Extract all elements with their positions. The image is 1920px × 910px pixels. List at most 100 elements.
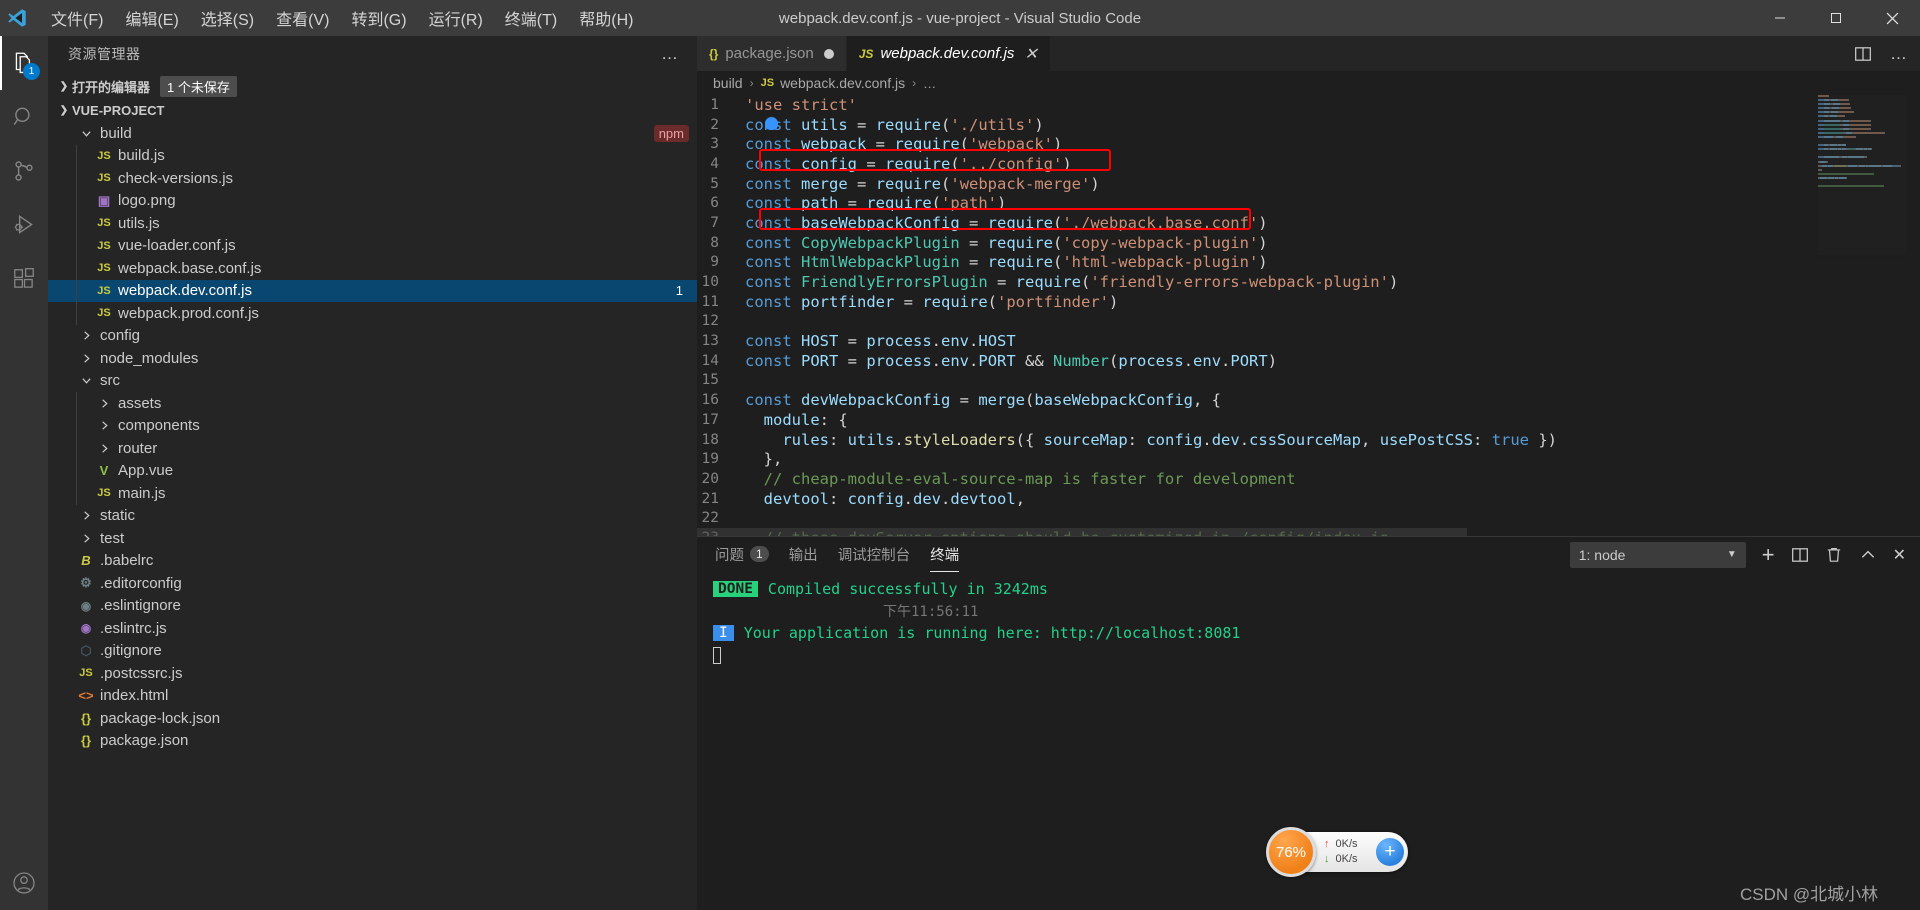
code-line: 1 'use strict' xyxy=(697,95,1920,115)
tree-item-static[interactable]: static xyxy=(48,505,697,528)
code-text: const config = require('../config') xyxy=(745,154,1072,173)
menu-run[interactable]: 运行(R) xyxy=(418,2,494,34)
tree-item-config[interactable]: config xyxy=(48,325,697,348)
activitybar-source-control[interactable] xyxy=(0,144,48,198)
tree-item-label: static xyxy=(100,507,136,525)
breadcrumb-folder[interactable]: build xyxy=(713,75,743,91)
tab-webpack-dev-conf-js[interactable]: JS webpack.dev.conf.js ✕ xyxy=(846,36,1051,71)
split-terminal-icon[interactable] xyxy=(1791,546,1809,564)
close-button[interactable] xyxy=(1864,0,1920,36)
network-monitor-widget[interactable]: 76% ↑ ↓ 0K/s 0K/s + xyxy=(1266,827,1408,877)
breadcrumb-file[interactable]: webpack.dev.conf.js xyxy=(780,75,905,91)
widget-expand-button[interactable]: + xyxy=(1376,838,1404,866)
tab-package-json[interactable]: {} package.json xyxy=(697,36,847,71)
tab-terminal[interactable]: 终端 xyxy=(930,538,960,572)
tree-item-babelrc[interactable]: B .babelrc xyxy=(48,550,697,573)
line-number: 2 xyxy=(710,116,719,133)
tab-problems[interactable]: 问题 1 xyxy=(715,538,769,572)
minimap-line xyxy=(1818,168,1906,171)
tab-debug-console[interactable]: 调试控制台 xyxy=(838,538,911,572)
tree-item-router[interactable]: router xyxy=(48,437,697,460)
tree-item-package-json[interactable]: {} package.json xyxy=(48,730,697,753)
close-panel-icon[interactable]: ✕ xyxy=(1893,545,1906,565)
tree-item-label: package.json xyxy=(100,732,189,750)
tree-indent-guide xyxy=(76,459,77,482)
tree-item-build-js[interactable]: JS build.js xyxy=(48,144,697,167)
tree-item-webpack-dev-conf-js[interactable]: JS webpack.dev.conf.js 1 xyxy=(48,279,697,302)
accounts-icon xyxy=(13,872,35,894)
menu-goto[interactable]: 转到(G) xyxy=(340,2,417,34)
menu-file[interactable]: 文件(F) xyxy=(40,2,114,34)
tree-item-index-html[interactable]: <> index.html xyxy=(48,685,697,708)
code-line: 7 const baseWebpackConfig = require('./we… xyxy=(697,213,1920,233)
tree-item-postcssrc-js[interactable]: JS .postcssrc.js xyxy=(48,662,697,685)
tree-item-label: assets xyxy=(118,394,162,412)
tree-item-label: components xyxy=(118,417,200,435)
tree-item-main-js[interactable]: JS main.js xyxy=(48,482,697,505)
menu-view[interactable]: 查看(V) xyxy=(265,2,340,34)
activitybar-search[interactable] xyxy=(0,90,48,144)
terminal-selector[interactable]: 1: node ▼ xyxy=(1569,541,1746,568)
tree-item-eslintrc-js[interactable]: ◉ .eslintrc.js xyxy=(48,617,697,640)
cpu-usage-circle[interactable]: 76% xyxy=(1266,827,1316,877)
minimap-line xyxy=(1818,185,1906,188)
sidebar-more-actions-icon[interactable]: … xyxy=(661,44,679,64)
menu-terminal[interactable]: 终端(T) xyxy=(494,2,568,34)
chevron-right-icon xyxy=(94,443,114,454)
code-text: const PORT = process.env.PORT && Number(… xyxy=(745,351,1278,370)
quick-fix-lightbulb-icon[interactable] xyxy=(765,117,778,130)
activitybar-explorer[interactable]: 1 xyxy=(0,36,48,90)
tree-item-webpack-prod-conf-js[interactable]: JS webpack.prod.conf.js xyxy=(48,302,697,325)
tree-item-label: main.js xyxy=(118,484,166,502)
activitybar-accounts[interactable] xyxy=(0,856,48,910)
section-project-root[interactable]: ❯ VUE-PROJECT xyxy=(48,99,697,122)
tree-item-package-lock-json[interactable]: {} package-lock.json xyxy=(48,707,697,730)
maximize-button[interactable] xyxy=(1808,0,1864,36)
tree-item-node-modules[interactable]: node_modules xyxy=(48,347,697,370)
tree-item-assets[interactable]: assets xyxy=(48,392,697,415)
js-icon: JS xyxy=(858,46,874,61)
new-terminal-button[interactable]: + xyxy=(1762,543,1775,565)
menu-selection[interactable]: 选择(S) xyxy=(190,2,265,34)
editor-more-actions-icon[interactable]: … xyxy=(1890,44,1908,64)
tree-item-build[interactable]: build npm xyxy=(48,122,697,145)
section-open-editors[interactable]: ❯ 打开的编辑器 1 个未保存 xyxy=(48,75,697,98)
line-number: 9 xyxy=(710,254,719,271)
split-editor-icon[interactable] xyxy=(1854,45,1872,63)
minimap[interactable] xyxy=(1818,95,1906,260)
line-number: 15 xyxy=(701,372,719,389)
line-number: 16 xyxy=(701,392,719,409)
menu-help[interactable]: 帮助(H) xyxy=(568,2,644,34)
activitybar-run-debug[interactable] xyxy=(0,198,48,252)
tree-item-webpack-base-conf-js[interactable]: JS webpack.base.conf.js xyxy=(48,257,697,280)
tab-output[interactable]: 输出 xyxy=(789,538,818,572)
breadcrumb-separator-icon: › xyxy=(749,76,754,90)
tree-item-components[interactable]: components xyxy=(48,414,697,437)
tree-item-test[interactable]: test xyxy=(48,527,697,550)
minimap-line xyxy=(1818,144,1906,147)
tree-item-editorconfig[interactable]: ⚙ .editorconfig xyxy=(48,572,697,595)
tree-item-check-versions-js[interactable]: JS check-versions.js xyxy=(48,167,697,190)
tree-indent-guide xyxy=(76,302,77,325)
trash-icon[interactable] xyxy=(1825,546,1843,564)
menu-edit[interactable]: 编辑(E) xyxy=(114,2,189,34)
close-tab-icon[interactable]: ✕ xyxy=(1024,44,1037,64)
tree-item-gitignore[interactable]: ⬡ .gitignore xyxy=(48,640,697,663)
breadcrumb-more[interactable]: … xyxy=(923,76,936,91)
code-editor[interactable]: 1 'use strict' 2 const utils = require('./u… xyxy=(697,95,1920,538)
title-bar: 文件(F) 编辑(E) 选择(S) 查看(V) 转到(G) 运行(R) 终端(T… xyxy=(0,0,1920,36)
chevron-up-icon[interactable] xyxy=(1859,546,1877,564)
activitybar-extensions[interactable] xyxy=(0,252,48,306)
tree-item-app-vue[interactable]: V App.vue xyxy=(48,459,697,482)
minimize-button[interactable] xyxy=(1752,0,1808,36)
terminal-output[interactable]: DONE Compiled successfully in 3242ms 下午1… xyxy=(697,572,1920,666)
tree-item-src[interactable]: src xyxy=(48,370,697,393)
tree-item-vue-loader-conf-js[interactable]: JS vue-loader.conf.js xyxy=(48,234,697,257)
code-text: const CopyWebpackPlugin = require('copy-… xyxy=(745,233,1268,252)
js-icon: JS xyxy=(97,239,111,252)
tree-item-eslintignore[interactable]: ◉ .eslintignore xyxy=(48,595,697,618)
tree-item-utils-js[interactable]: JS utils.js xyxy=(48,212,697,235)
tree-item-label: webpack.prod.conf.js xyxy=(118,304,259,322)
breadcrumb-separator-icon: › xyxy=(912,76,917,90)
tree-item-logo-png[interactable]: ▣ logo.png xyxy=(48,189,697,212)
